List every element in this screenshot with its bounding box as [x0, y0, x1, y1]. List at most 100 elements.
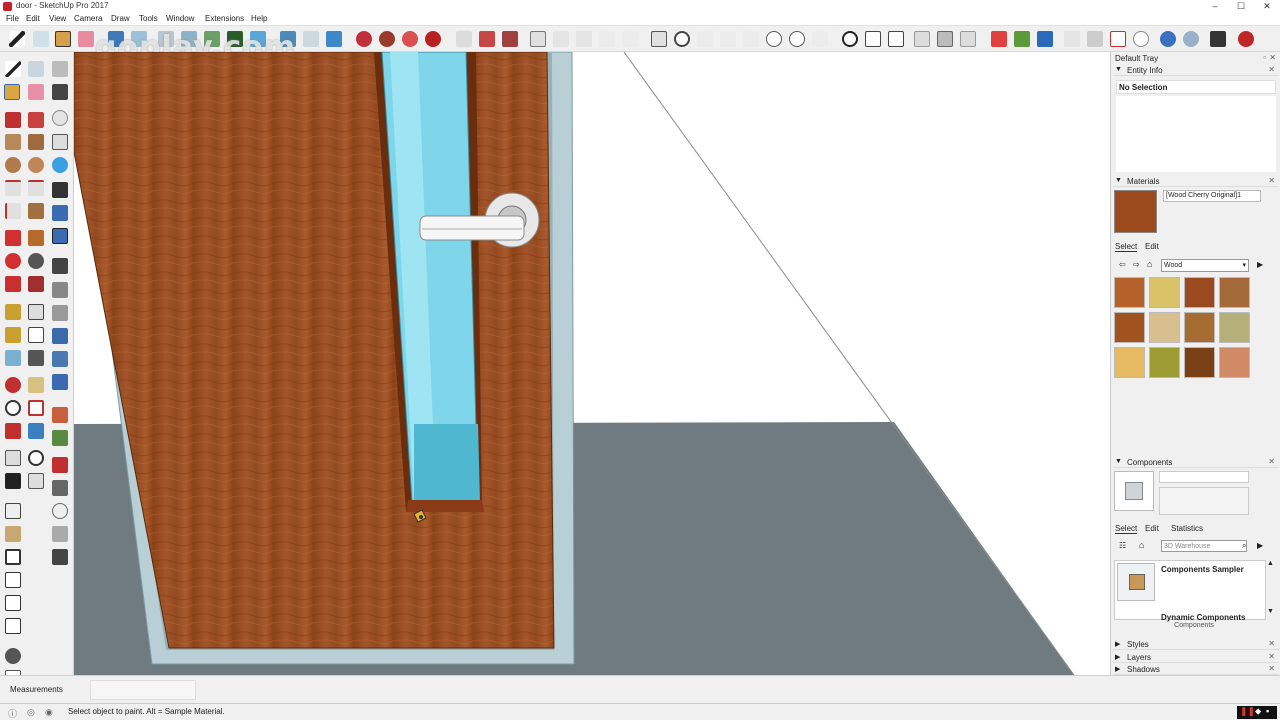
make-component-icon[interactable]: [33, 31, 49, 47]
shape-5-icon[interactable]: [52, 351, 68, 367]
eraser-icon[interactable]: [28, 84, 44, 100]
tray-close-icon[interactable]: ✕: [1269, 53, 1276, 62]
material-swatch[interactable]: [1184, 347, 1215, 378]
details-arrow-icon[interactable]: ▶: [1257, 541, 1263, 550]
extension-manager-icon[interactable]: [402, 31, 418, 47]
solid-union-icon[interactable]: [865, 31, 881, 47]
shape-4-icon[interactable]: [52, 328, 68, 344]
split-icon[interactable]: [937, 31, 953, 47]
extension-warehouse-icon[interactable]: [356, 31, 372, 47]
next-view-icon[interactable]: [743, 31, 759, 47]
rotated-rectangle-icon[interactable]: [28, 134, 44, 150]
view-options-icon[interactable]: ☷: [1119, 541, 1126, 550]
tray-pin-icon[interactable]: ▫: [1263, 53, 1266, 62]
geo-location-icon[interactable]: ◎: [27, 707, 35, 718]
right-view-icon[interactable]: [5, 572, 21, 588]
close-icon[interactable]: ✕: [1268, 457, 1275, 466]
shape-icon[interactable]: [52, 258, 68, 274]
cloud-icon[interactable]: [52, 110, 68, 126]
components-tab-statistics[interactable]: Statistics: [1171, 524, 1203, 533]
move-icon[interactable]: [52, 182, 68, 198]
look-around-icon[interactable]: [622, 31, 638, 47]
arc-icon[interactable]: [5, 180, 21, 196]
component-name-field[interactable]: [1159, 471, 1249, 483]
component-tool-icon[interactable]: [28, 61, 44, 77]
entity-info-header[interactable]: ▼ Entity Info ✕: [1113, 65, 1279, 76]
materials-tab-select[interactable]: Select: [1115, 242, 1138, 252]
shape-9-icon[interactable]: [52, 457, 68, 473]
credits-icon[interactable]: ◉: [45, 707, 53, 718]
axes-tool-icon[interactable]: [5, 350, 21, 366]
previous-view-icon[interactable]: [720, 31, 736, 47]
polygon-icon[interactable]: [28, 157, 44, 173]
position-camera-icon[interactable]: [5, 450, 21, 466]
orbit-icon[interactable]: [5, 377, 21, 393]
3d-text-icon[interactable]: [28, 350, 44, 366]
close-icon[interactable]: ✕: [1268, 652, 1275, 661]
tape-measure-icon[interactable]: [456, 31, 472, 47]
menu-file[interactable]: File: [6, 14, 19, 23]
select-tool-icon[interactable]: [9, 31, 25, 47]
paint-bucket-icon[interactable]: [55, 31, 71, 47]
select-tool-icon[interactable]: [5, 61, 21, 77]
list-item-thumbnail[interactable]: [1117, 563, 1155, 601]
menu-view[interactable]: View: [49, 14, 66, 23]
record-icon[interactable]: ❚❚: [1240, 706, 1255, 717]
left-view-icon[interactable]: [5, 618, 21, 634]
print-icon[interactable]: [1210, 31, 1226, 47]
zoom-extents-icon[interactable]: [5, 423, 21, 439]
material-name-field[interactable]: [Wood Cherry Original]1: [1163, 190, 1261, 202]
close-button[interactable]: ✕: [1257, 0, 1277, 13]
tape-measure-icon[interactable]: [5, 304, 21, 320]
dimension-icon[interactable]: [28, 304, 44, 320]
door-lever-handle[interactable]: [419, 215, 525, 241]
list-item[interactable]: Components Sampler: [1161, 565, 1244, 574]
measurements-input[interactable]: [90, 680, 196, 700]
top-view-icon[interactable]: [5, 526, 21, 542]
clipboard-icon[interactable]: [1110, 31, 1126, 47]
materials-tab-edit[interactable]: Edit: [1145, 242, 1159, 251]
undo-icon[interactable]: [1160, 31, 1176, 47]
close-icon[interactable]: ✕: [1268, 664, 1275, 673]
save-icon[interactable]: [1037, 31, 1053, 47]
stamp-icon[interactable]: [52, 526, 68, 542]
current-material-preview[interactable]: [1114, 190, 1157, 233]
menu-help[interactable]: Help: [251, 14, 267, 23]
zoom-icon[interactable]: [5, 400, 21, 416]
close-icon[interactable]: ✕: [1268, 65, 1275, 74]
dimensions-icon[interactable]: [1087, 31, 1103, 47]
shape-2-icon[interactable]: [52, 282, 68, 298]
freehand-icon[interactable]: [28, 112, 44, 128]
material-swatch[interactable]: [1219, 347, 1250, 378]
cancel-icon[interactable]: [1133, 31, 1149, 47]
wireframe-icon[interactable]: [789, 31, 805, 47]
details-arrow-icon[interactable]: ▶: [1257, 260, 1263, 269]
scroll-up-icon[interactable]: ▲: [1267, 560, 1274, 567]
smoove-icon[interactable]: [52, 503, 68, 519]
three-point-arc-icon[interactable]: [5, 203, 21, 219]
menu-tools[interactable]: Tools: [139, 14, 158, 23]
trim-icon[interactable]: [914, 31, 930, 47]
back-arrow-icon[interactable]: ⇦: [1119, 260, 1126, 269]
iso-view-icon[interactable]: [5, 503, 21, 519]
shadows-header[interactable]: ▶ Shadows ✕: [1113, 664, 1279, 675]
section-plane-icon[interactable]: [28, 473, 44, 489]
search-icon[interactable]: ⌕: [1242, 541, 1246, 551]
paint-bucket-icon[interactable]: [4, 84, 20, 100]
redo-icon[interactable]: [1183, 31, 1199, 47]
pie-icon[interactable]: [28, 203, 44, 219]
forward-arrow-icon[interactable]: ⇨: [1133, 260, 1140, 269]
menu-window[interactable]: Window: [166, 14, 194, 23]
add-location-icon[interactable]: [991, 31, 1007, 47]
material-swatch[interactable]: [1219, 277, 1250, 308]
zoom-extents-icon[interactable]: [697, 31, 713, 47]
close-icon[interactable]: ✕: [1268, 639, 1275, 648]
text-icon[interactable]: [28, 327, 44, 343]
move-tool-icon[interactable]: [5, 230, 21, 246]
follow-me-icon[interactable]: [479, 31, 495, 47]
drape-icon[interactable]: [52, 549, 68, 565]
material-swatch[interactable]: [1149, 312, 1180, 343]
warehouse-search-input[interactable]: 3D Warehouse: [1161, 540, 1247, 552]
shape-3-icon[interactable]: [52, 305, 68, 321]
follow-me-icon[interactable]: [28, 253, 44, 269]
